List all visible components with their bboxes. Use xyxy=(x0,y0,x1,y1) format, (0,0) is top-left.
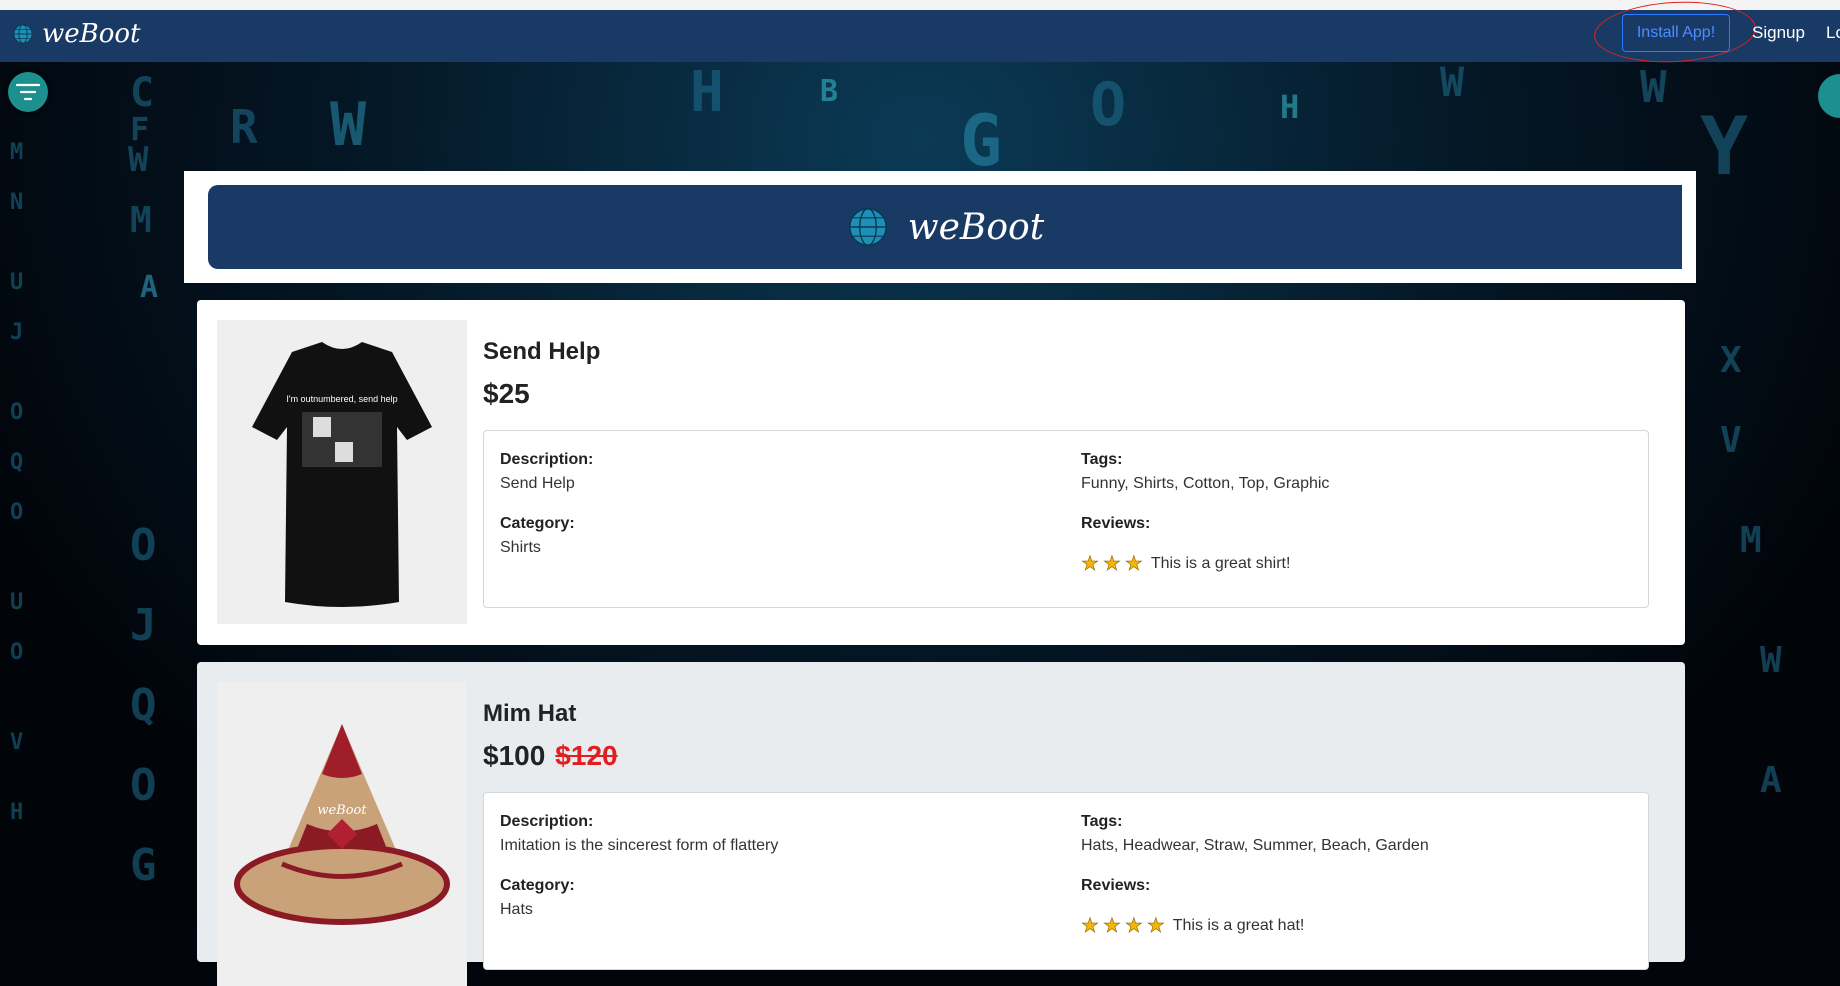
product-details: Description: Imitation is the sincerest … xyxy=(483,792,1649,970)
description-value: Send Help xyxy=(500,475,575,492)
header-banner: weBoot xyxy=(208,185,1682,269)
product-name[interactable]: Mim Hat xyxy=(483,700,576,728)
navbar-brand[interactable]: weBoot xyxy=(12,19,141,49)
star-icon: ★ xyxy=(1124,915,1144,938)
tags-value: Hats, Headwear, Straw, Summer, Beach, Ga… xyxy=(1081,837,1429,854)
tags-label: Tags: xyxy=(1081,813,1123,830)
product-price: $25 xyxy=(483,378,530,410)
tags-label: Tags: xyxy=(1081,451,1123,468)
product-card[interactable]: weBoot Mim Hat $100 $120 Description: Imi… xyxy=(197,662,1685,986)
review-text: This is a great hat! xyxy=(1172,916,1305,934)
category-label: Category: xyxy=(500,877,575,894)
filter-button[interactable] xyxy=(8,72,48,112)
current-price: $25 xyxy=(483,378,530,409)
star-icon: ★ xyxy=(1081,553,1100,576)
browser-top-strip xyxy=(0,0,1840,10)
brand-name: weBoot xyxy=(42,19,141,49)
star-icon: ★ xyxy=(1102,553,1122,576)
review-text: This is a great shirt! xyxy=(1150,554,1291,572)
filter-icon xyxy=(15,83,41,101)
description-label: Description: xyxy=(500,813,594,830)
original-price: $120 xyxy=(555,740,618,771)
current-price: $100 xyxy=(483,740,546,771)
navbar: weBoot Install App! Signup Lo xyxy=(0,0,1840,67)
product-name[interactable]: Send Help xyxy=(483,338,600,366)
reviews-label: Reviews: xyxy=(1081,877,1151,894)
product-image[interactable]: I'm outnumbered, send help xyxy=(217,320,467,624)
globe-icon xyxy=(848,207,888,247)
globe-icon xyxy=(13,24,33,44)
star-icon: ★ xyxy=(1102,915,1122,938)
category-value: Hats xyxy=(500,901,533,918)
star-icon: ★ xyxy=(1146,915,1166,938)
review-item: ★ ★ ★ This is a great shirt! xyxy=(1081,551,1291,576)
tags-value: Funny, Shirts, Cotton, Top, Graphic xyxy=(1081,475,1330,492)
product-card[interactable]: I'm outnumbered, send help Send Help $25… xyxy=(197,300,1685,645)
review-item: ★ ★ ★ ★ This is a great hat! xyxy=(1081,913,1305,938)
category-value: Shirts xyxy=(500,539,541,556)
signup-link[interactable]: Signup xyxy=(1752,23,1805,43)
install-app-button[interactable]: Install App! xyxy=(1622,14,1730,52)
shirt-print-text: I'm outnumbered, send help xyxy=(286,394,397,404)
site-header-card: weBoot xyxy=(184,171,1696,283)
star-icon: ★ xyxy=(1124,553,1144,576)
reviews-label: Reviews: xyxy=(1081,515,1151,532)
description-value: Imitation is the sincerest form of flatt… xyxy=(500,837,779,854)
product-price: $100 $120 xyxy=(483,740,618,772)
hat-print-text: weBoot xyxy=(317,803,367,818)
header-title: weBoot xyxy=(907,206,1045,248)
tshirt-image: I'm outnumbered, send help xyxy=(252,342,432,607)
product-image[interactable]: weBoot xyxy=(217,682,467,986)
login-link[interactable]: Lo xyxy=(1826,23,1840,43)
product-details: Description: Send Help Category: Shirts … xyxy=(483,430,1649,608)
category-label: Category: xyxy=(500,515,575,532)
star-icon: ★ xyxy=(1081,915,1100,938)
description-label: Description: xyxy=(500,451,594,468)
hat-image: weBoot xyxy=(234,724,450,925)
